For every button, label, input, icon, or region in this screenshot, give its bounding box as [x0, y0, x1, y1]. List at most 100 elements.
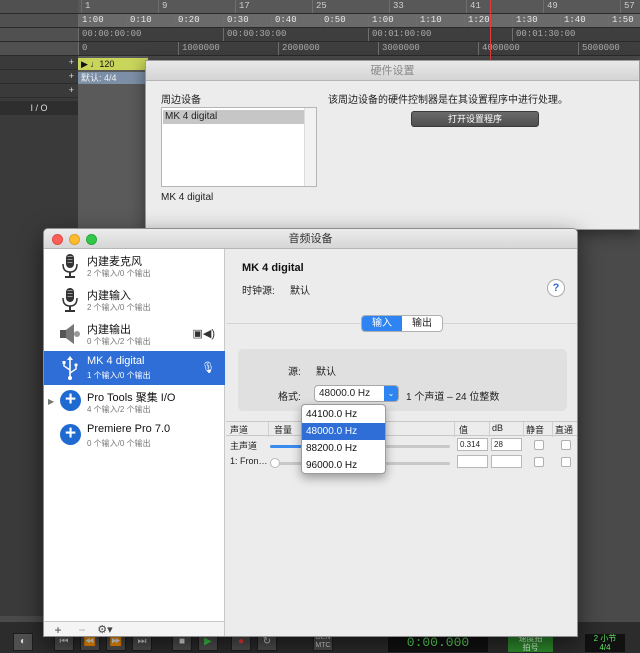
- window-title: 音频设备: [288, 233, 333, 245]
- column-divider: [454, 422, 455, 437]
- minsec-tick: 1:00: [368, 14, 394, 27]
- close-button[interactable]: [52, 234, 63, 245]
- clock-source-value: 默认: [290, 286, 310, 297]
- mute-checkbox[interactable]: [534, 440, 544, 450]
- minimize-button[interactable]: [69, 234, 80, 245]
- channel-name: 1: Fron…: [230, 456, 268, 466]
- tab-input[interactable]: 输入: [362, 316, 402, 331]
- meter-display[interactable]: 2 小节 4/4: [585, 634, 625, 652]
- open-setup-button[interactable]: 打开设置程序: [411, 111, 539, 127]
- tempo-track-row[interactable]: +: [0, 56, 78, 70]
- meter-display-top: 2 小节: [593, 634, 617, 643]
- db-field[interactable]: [491, 455, 522, 468]
- add-icon[interactable]: +: [69, 57, 74, 67]
- minsec-tick: 1:50: [608, 14, 634, 27]
- table-row: 1: Fron…: [226, 454, 577, 470]
- mute-checkbox[interactable]: [534, 457, 544, 467]
- minsec-tick: 1:40: [560, 14, 586, 27]
- device-item-premiere-pro[interactable]: + Premiere Pro 7.0 0 个输入/0 个输出: [44, 419, 225, 453]
- format-option[interactable]: 44100.0 Hz: [302, 406, 385, 423]
- samples-tick: 2000000: [278, 42, 320, 55]
- table-row: 主声道 0.314 28: [226, 437, 577, 453]
- device-list-footer: + − ⚙︎▾: [44, 621, 225, 636]
- minsec-tick: 1:00: [78, 14, 104, 27]
- value-field[interactable]: [457, 455, 488, 468]
- format-option[interactable]: 88200.0 Hz: [302, 440, 385, 457]
- col-channel[interactable]: 声道: [230, 423, 248, 436]
- device-item-builtin-input[interactable]: 内建输入 2 个输入/0 个输出: [44, 283, 225, 317]
- minsec-tick: 0:20: [174, 14, 200, 27]
- format-option[interactable]: 96000.0 Hz: [302, 457, 385, 474]
- device-name: Pro Tools 聚集 I/O: [87, 392, 176, 404]
- bar-tick: 41: [466, 0, 481, 13]
- online-button[interactable]: ◐: [13, 633, 33, 651]
- bar-tick: 1: [81, 0, 90, 13]
- channel-name: 主声道: [230, 441, 258, 451]
- tempo-lane[interactable]: ▶ ♩120: [78, 58, 148, 70]
- aggregate-plus-icon: +: [60, 390, 81, 411]
- col-thru[interactable]: 直通: [555, 423, 573, 436]
- col-mute[interactable]: 静音: [526, 423, 544, 436]
- device-item-builtin-output[interactable]: 内建输出 0 个输入/2 个输出 ▣◀): [44, 317, 225, 351]
- samples-ruler[interactable]: 0 1000000 2000000 3000000 4000000 500000…: [0, 42, 640, 56]
- channel-table-header: 声道 音量 值 dB 静音 直通: [226, 421, 577, 437]
- format-label: 格式:: [278, 392, 301, 403]
- col-value[interactable]: 值: [459, 423, 468, 436]
- tab-output[interactable]: 输出: [402, 316, 442, 331]
- add-icon[interactable]: +: [69, 71, 74, 81]
- value-field[interactable]: 0.314: [457, 438, 488, 451]
- bar-tick: 57: [620, 0, 635, 13]
- zoom-button[interactable]: [86, 234, 97, 245]
- ruler-label-area: [0, 42, 78, 55]
- db-field[interactable]: 28: [491, 438, 522, 451]
- meter-track-row[interactable]: +: [0, 70, 78, 84]
- add-icon[interactable]: +: [69, 85, 74, 95]
- peripheral-item[interactable]: MK 4 digital: [163, 110, 315, 124]
- minsec-ruler[interactable]: 1:00 0:10 0:20 0:30 0:40 0:50 1:00 1:10 …: [0, 14, 640, 28]
- audio-devices-titlebar[interactable]: 音频设备: [44, 229, 577, 249]
- hardware-setup-title[interactable]: 硬件设置: [146, 61, 639, 81]
- peripherals-list[interactable]: MK 4 digital: [161, 107, 317, 187]
- meter-lane[interactable]: 默认: 4/4: [78, 72, 148, 84]
- gear-menu-button[interactable]: ⚙︎▾: [92, 623, 118, 636]
- input-output-segmented-control: 输入 输出: [361, 315, 443, 332]
- bar-tick: 25: [312, 0, 327, 13]
- device-io: 0 个输入/0 个输出: [87, 439, 151, 448]
- thru-checkbox[interactable]: [561, 457, 571, 467]
- device-item-builtin-mic[interactable]: 内建麦克风 2 个输入/0 个输出: [44, 249, 225, 283]
- marker-track-row[interactable]: +: [0, 84, 78, 98]
- thru-checkbox[interactable]: [561, 440, 571, 450]
- timecode-tick: 00:00:30:00: [223, 28, 286, 41]
- peripherals-scrollbar[interactable]: [304, 108, 316, 186]
- volume-slider-knob[interactable]: [270, 458, 280, 468]
- bar-tick: 49: [543, 0, 558, 13]
- timecode-tick: 00:01:00:00: [368, 28, 431, 41]
- disclosure-arrow-icon[interactable]: ▶: [48, 397, 54, 406]
- device-io: 0 个输入/2 个输出: [87, 337, 151, 346]
- format-option-selected[interactable]: 48000.0 Hz: [302, 423, 385, 440]
- format-select[interactable]: 48000.0 Hz ⌄: [314, 385, 399, 402]
- device-item-pro-tools-aggregate[interactable]: ▶ + Pro Tools 聚集 I/O 4 个输入/2 个输出: [44, 385, 225, 419]
- help-button[interactable]: ?: [547, 279, 565, 297]
- tempo-value: 120: [99, 59, 115, 69]
- samples-tick: 1000000: [178, 42, 220, 55]
- samples-tick: 3000000: [378, 42, 420, 55]
- timecode-ruler[interactable]: 00:00:00:00 00:00:30:00 00:01:00:00 00:0…: [0, 28, 640, 42]
- col-db[interactable]: dB: [492, 423, 503, 433]
- usb-icon: [62, 356, 78, 380]
- device-detail-pane: MK 4 digital 时钟源: 默认 ? 输入 输出 源: 默认 格式: 4…: [226, 249, 577, 636]
- timecode-tick: 00:00:00:00: [78, 28, 141, 41]
- bars-ruler[interactable]: 1 9 17 25 33 41 49 57: [0, 0, 640, 14]
- microphone-icon: [62, 288, 78, 312]
- remove-device-button[interactable]: −: [74, 623, 90, 636]
- timecode-tick: 00:01:30:00: [512, 28, 575, 41]
- aggregate-plus-icon: +: [60, 424, 81, 445]
- add-device-button[interactable]: +: [50, 623, 66, 636]
- device-name: Premiere Pro 7.0: [87, 423, 171, 435]
- selected-peripheral-name: MK 4 digital: [161, 192, 214, 203]
- device-item-mk4-digital[interactable]: MK 4 digital 1 个输入/0 个输出 🎙: [44, 351, 225, 385]
- col-volume[interactable]: 音量: [274, 423, 292, 436]
- format-dropdown-menu: 44100.0 Hz 48000.0 Hz 88200.0 Hz 96000.0…: [301, 404, 386, 474]
- beat-label: 拍号: [522, 643, 539, 652]
- minsec-tick: 0:50: [320, 14, 346, 27]
